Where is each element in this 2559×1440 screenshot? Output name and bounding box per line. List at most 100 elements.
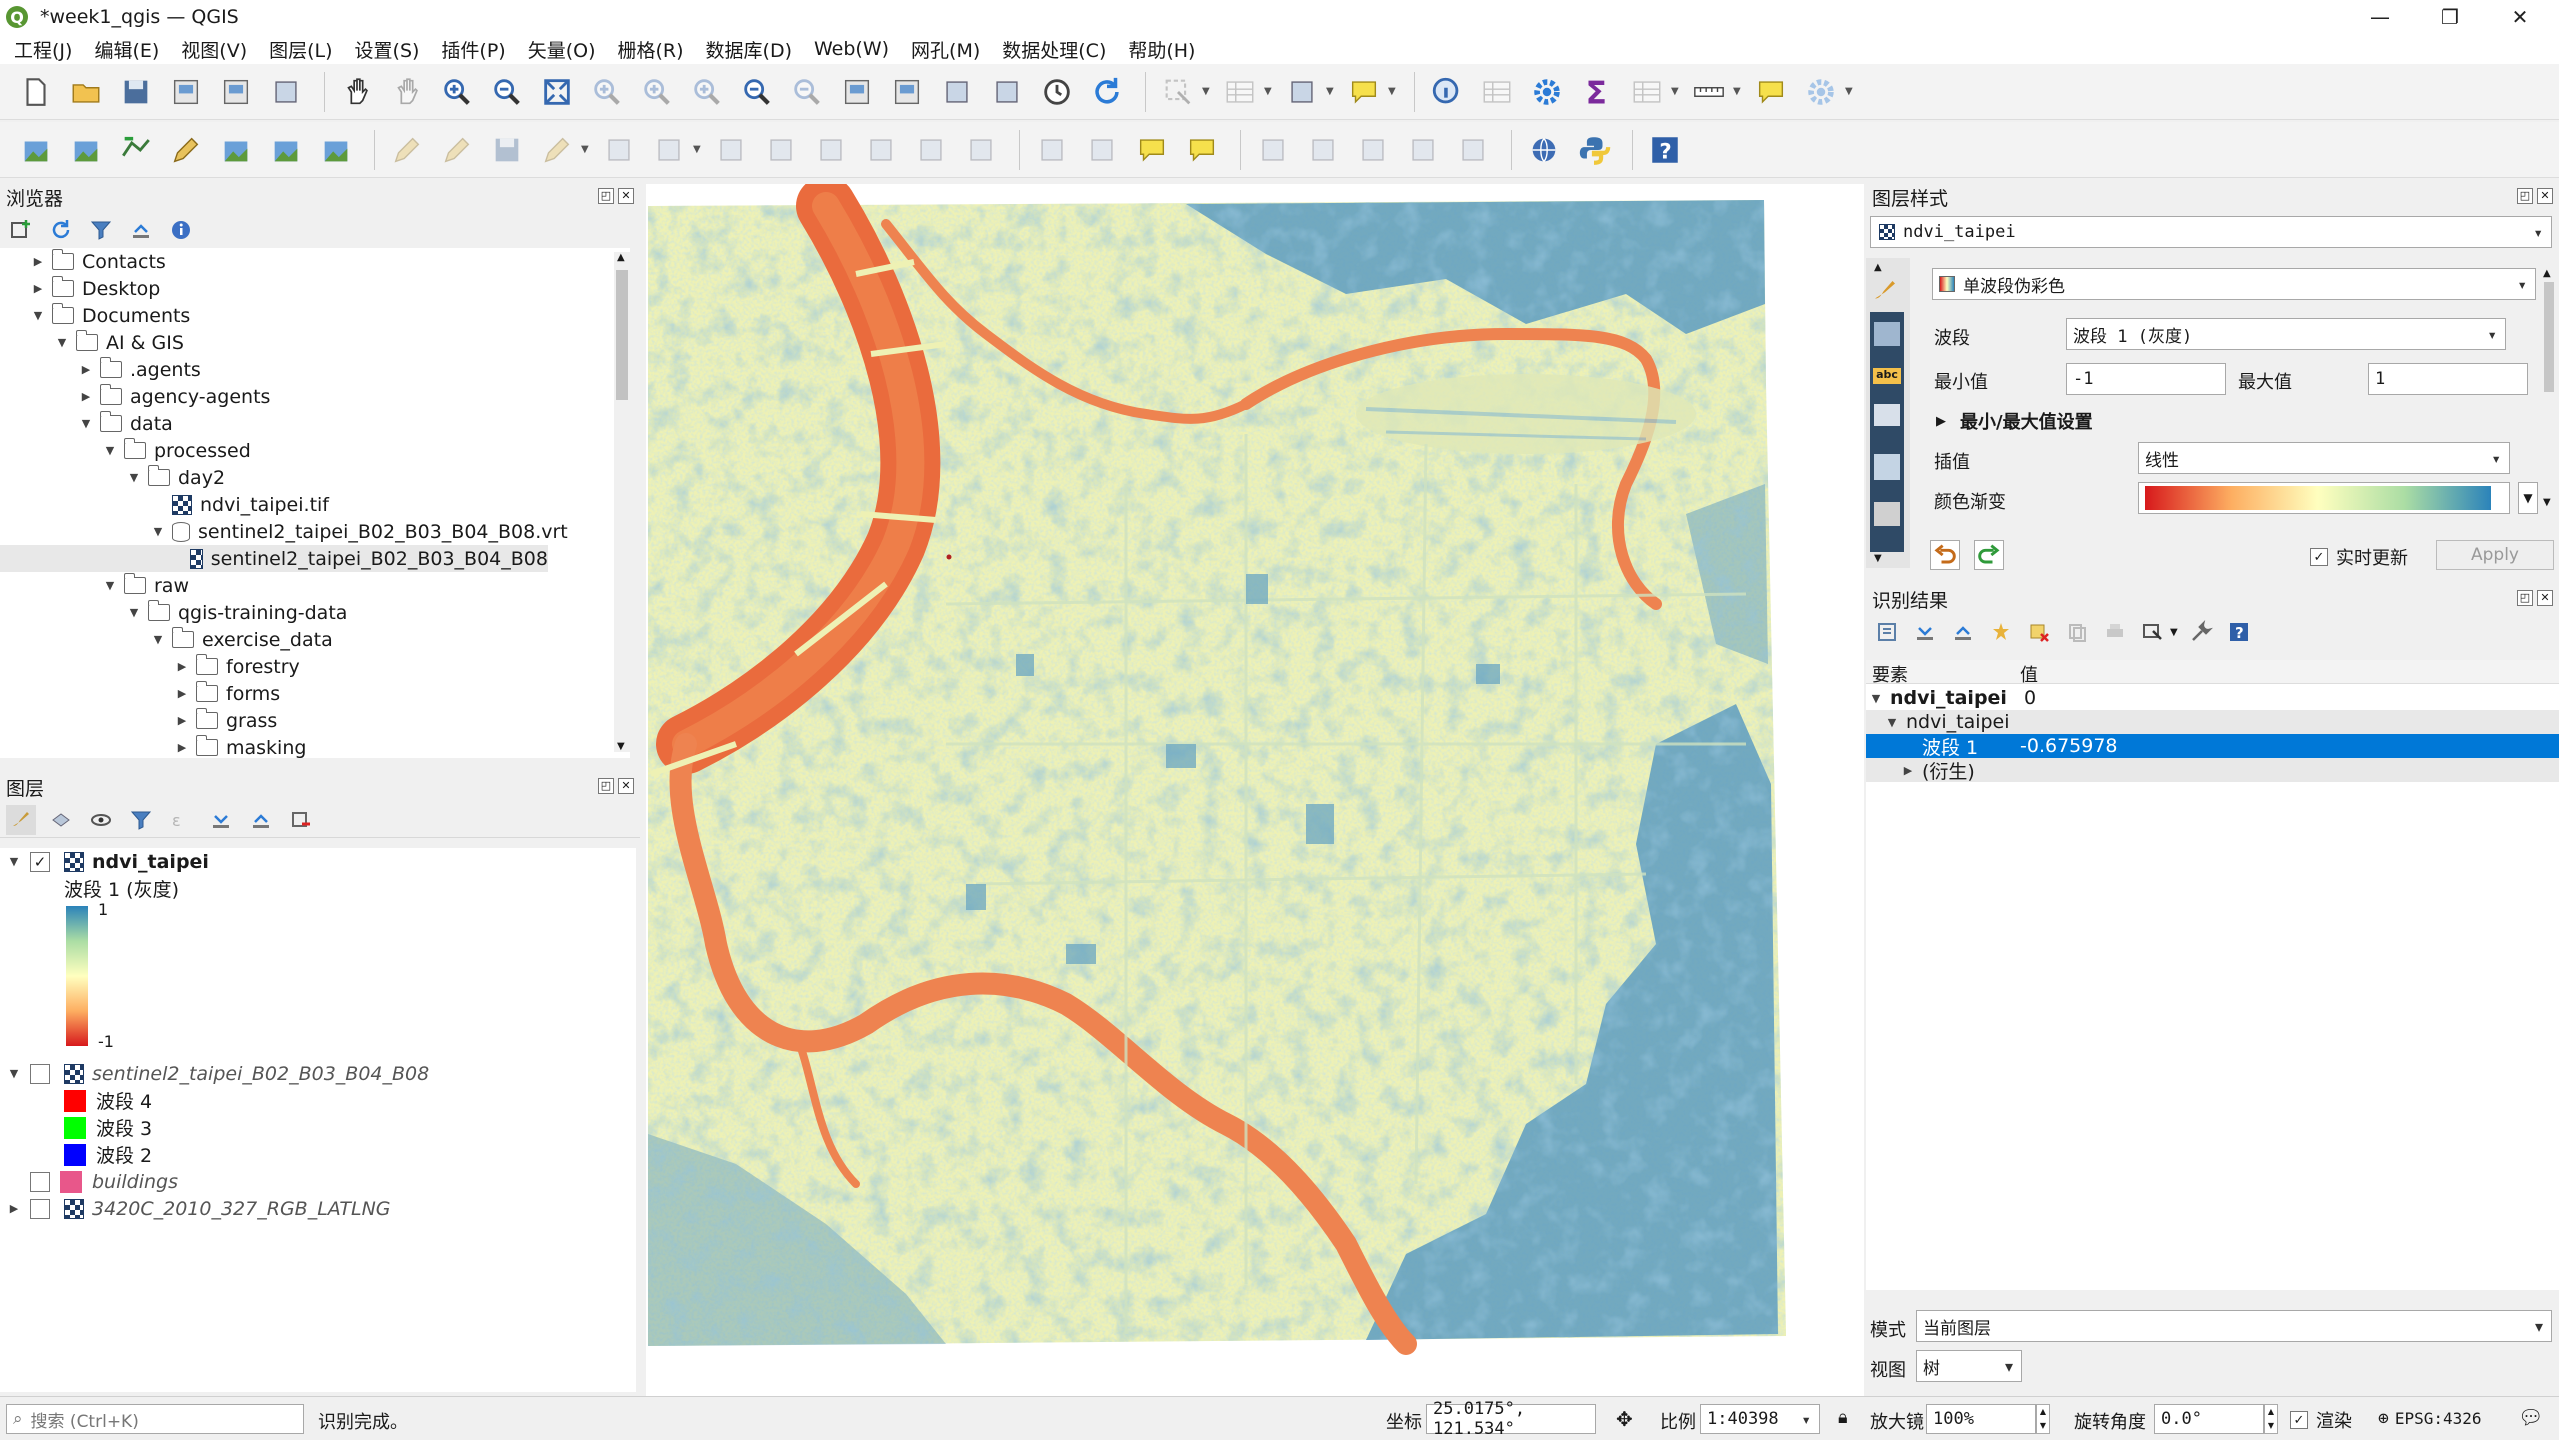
browser-item[interactable]: ▶ Desktop [0, 275, 160, 302]
float-panel-button[interactable]: ◰ [598, 188, 614, 204]
menu-item-9[interactable]: Web(W) [814, 38, 889, 60]
identify-settings-icon[interactable] [2186, 617, 2216, 647]
layer-visibility-checkbox[interactable] [30, 1198, 50, 1219]
scroll-up-icon[interactable]: ▲ [1874, 262, 1882, 273]
pyramids-tab-icon[interactable] [1874, 502, 1900, 526]
add-delimited-text-icon[interactable] [164, 128, 208, 172]
coordinate-toggle-icon[interactable]: ✥ [1616, 1407, 1640, 1431]
expanded-arrow-icon[interactable]: ▼ [78, 417, 94, 430]
add-virtual-layer-icon[interactable] [314, 128, 358, 172]
chevron-down-icon[interactable]: ▼ [581, 144, 591, 155]
info-icon[interactable] [166, 215, 196, 245]
select-features-icon[interactable] [1156, 70, 1200, 114]
new-print-layout-icon[interactable] [164, 70, 208, 114]
cut-features-icon[interactable] [759, 128, 803, 172]
add-raster-layer-icon[interactable] [264, 128, 308, 172]
styling-layer-select[interactable]: ndvi_taipei [1870, 216, 2552, 248]
zoom-last-icon[interactable] [735, 70, 779, 114]
browser-item[interactable]: ▶ forms [0, 680, 280, 707]
filter-icon[interactable] [86, 215, 116, 245]
save-edits-icon[interactable] [485, 128, 529, 172]
layer-ndvi-taipei[interactable]: ▼ ✓ ndvi_taipei [6, 848, 209, 875]
diagram-icon[interactable] [1080, 128, 1124, 172]
view-select[interactable]: 树 [1916, 1350, 2022, 1382]
print-icon[interactable] [2100, 617, 2130, 647]
menu-item-11[interactable]: 数据处理(C) [1002, 36, 1106, 63]
chevron-down-icon[interactable]: ▼ [693, 144, 703, 155]
scroll-down-icon[interactable]: ▼ [1874, 553, 1882, 564]
render-check[interactable]: ✓ [2290, 1411, 2308, 1429]
chevron-down-icon[interactable]: ▼ [1264, 86, 1274, 97]
copy-feature-icon[interactable] [2062, 617, 2092, 647]
magnifier-spinner[interactable]: ▲ ▼ [2036, 1404, 2050, 1434]
open-field-calculator-icon[interactable] [1475, 70, 1519, 114]
layer-buildings[interactable]: buildings [22, 1168, 178, 1195]
browser-item[interactable]: ▶ grass [0, 707, 277, 734]
collapsed-arrow-icon[interactable]: ▶ [78, 363, 94, 376]
style-manager-icon[interactable] [264, 70, 308, 114]
magnifier-input[interactable]: 100% [1926, 1404, 2036, 1434]
result-row-feature[interactable]: ▼ ndvi_taipei [1866, 710, 2559, 734]
chevron-down-icon[interactable]: ▼ [1202, 86, 1212, 97]
expanded-arrow-icon[interactable]: ▼ [102, 579, 118, 592]
zoom-to-layer-icon[interactable] [635, 70, 679, 114]
browser-item[interactable]: ▶ Contacts [0, 248, 166, 275]
coordinate-input[interactable]: 25.0175°, 121.534° [1426, 1399, 1596, 1439]
identify-features-icon[interactable] [1425, 70, 1469, 114]
modify-attributes-icon[interactable] [647, 128, 691, 172]
browser-item[interactable]: sentinel2_taipei_B02_B03_B04_B08 [0, 545, 548, 572]
browser-item[interactable]: ▼ AI & GIS [0, 329, 184, 356]
change-label-icon[interactable] [1451, 128, 1495, 172]
data-source-manager-icon[interactable] [14, 128, 58, 172]
renderer-type-select[interactable]: 单波段伪彩色 [1932, 268, 2536, 300]
expand-new-results-icon[interactable] [1986, 617, 2016, 647]
browser-item[interactable]: ▼ raw [0, 572, 189, 599]
close-panel-button[interactable]: ✕ [2537, 590, 2553, 606]
expanded-arrow-icon[interactable]: ▼ [126, 471, 142, 484]
collapsed-arrow-icon[interactable]: ▶ [1900, 764, 1916, 777]
collapse-all-icon[interactable] [246, 805, 276, 835]
help-icon[interactable]: ? [1643, 128, 1687, 172]
result-row-band[interactable]: 波段 1 -0.675978 [1866, 734, 2559, 759]
browser-item[interactable]: ▼ sentinel2_taipei_B02_B03_B04_B08.vrt [0, 518, 568, 545]
menu-item-1[interactable]: 编辑(E) [94, 36, 159, 63]
browser-item[interactable]: ▶ agency-agents [0, 383, 270, 410]
digitize-icon[interactable] [535, 128, 579, 172]
zoom-next-icon[interactable] [785, 70, 829, 114]
layer-visibility-checkbox[interactable]: ✓ [30, 851, 50, 872]
browser-item[interactable]: ▶ masking [0, 734, 306, 758]
min-value-input[interactable]: -1 [2066, 363, 2226, 395]
map-tips-icon[interactable] [1749, 70, 1793, 114]
zoom-to-selection-icon[interactable] [585, 70, 629, 114]
add-selected-layers-button[interactable] [6, 215, 36, 245]
menu-item-6[interactable]: 矢量(O) [528, 36, 596, 63]
add-group-icon[interactable] [46, 805, 76, 835]
python-console-icon[interactable] [1572, 128, 1616, 172]
menu-item-2[interactable]: 视图(V) [181, 36, 247, 63]
new-3d-view-icon[interactable] [885, 70, 929, 114]
collapsed-arrow-icon[interactable]: ▶ [78, 390, 94, 403]
pan-map-icon[interactable] [335, 70, 379, 114]
label-toolbar-icon[interactable] [1030, 128, 1074, 172]
expanded-arrow-icon[interactable]: ▼ [54, 336, 70, 349]
chevron-down-icon[interactable]: ▼ [1671, 86, 1681, 97]
color-ramp-select[interactable] [2138, 482, 2510, 514]
browser-scrollbar[interactable]: ▲ ▼ [614, 252, 630, 752]
toggle-editing-icon[interactable] [435, 128, 479, 172]
identify-form-icon[interactable] [1872, 617, 1902, 647]
close-panel-button[interactable]: ✕ [618, 778, 634, 794]
browser-item[interactable]: ▶ forestry [0, 653, 300, 680]
select-by-value-icon[interactable] [1218, 70, 1262, 114]
interpolation-select[interactable]: 线性 [2138, 442, 2510, 474]
bookmark-icon[interactable] [935, 70, 979, 114]
menu-item-8[interactable]: 数据库(D) [706, 36, 792, 63]
expanded-arrow-icon[interactable]: ▼ [102, 444, 118, 457]
identify-mode-icon[interactable] [2138, 617, 2168, 647]
scale-input[interactable]: 1:40398 [1700, 1404, 1820, 1434]
expanded-arrow-icon[interactable]: ▼ [6, 1067, 22, 1080]
maximize-button[interactable]: ❐ [2415, 0, 2485, 34]
undo-icon[interactable] [909, 128, 953, 172]
close-button[interactable]: ✕ [2485, 0, 2555, 34]
add-wms-layer-icon[interactable] [214, 128, 258, 172]
result-row-derived[interactable]: ▶ (衍生) [1866, 758, 2559, 783]
